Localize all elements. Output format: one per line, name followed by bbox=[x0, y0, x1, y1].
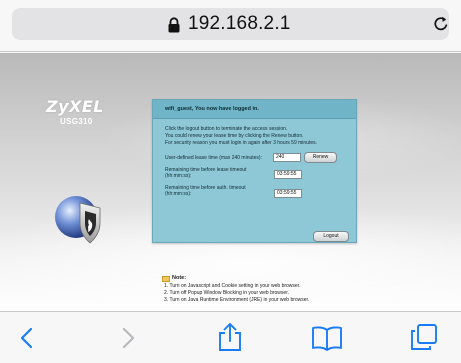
note-item: 1. Turn on Javascript and Cookie setting… bbox=[164, 283, 301, 289]
logout-button[interactable]: Logout bbox=[313, 231, 349, 242]
lease-time-input[interactable]: 240 bbox=[273, 153, 301, 162]
device-model: USG310 bbox=[60, 117, 93, 126]
auth-timeout-label-unit: (hh:mm:ss): bbox=[165, 191, 192, 197]
renew-button[interactable]: Renew bbox=[304, 152, 337, 163]
browser-bottom-toolbar bbox=[0, 311, 461, 363]
note-item: 2. Turn off Popup Window Blocking in you… bbox=[164, 290, 289, 296]
note-title: Note: bbox=[172, 275, 187, 281]
auth-timeout-value: 03:59:55 bbox=[274, 189, 302, 198]
web-page: ZyXEL USG310 wifi_guest, You now have lo… bbox=[0, 53, 461, 311]
tabs-icon[interactable] bbox=[410, 323, 438, 351]
note-item: 3. Turn on Java Runtime Environment (JRE… bbox=[164, 297, 310, 303]
bookmarks-book-icon[interactable] bbox=[311, 325, 343, 351]
info-message: For security reason you must login in ag… bbox=[165, 140, 318, 146]
forward-chevron-icon[interactable] bbox=[114, 325, 140, 351]
lease-timeout-value: 03:59:55 bbox=[274, 170, 302, 179]
zyxel-logo: ZyXEL bbox=[46, 97, 104, 116]
globe-shield-icon bbox=[55, 196, 101, 244]
lease-timeout-label-unit: (hh:mm:ss): bbox=[165, 173, 192, 179]
folder-note-icon bbox=[162, 276, 170, 282]
login-status-panel: wifi_guest, You now have logged in. Clic… bbox=[152, 99, 357, 243]
info-message: You could renew your lease time by click… bbox=[165, 133, 304, 139]
share-icon[interactable] bbox=[216, 322, 244, 352]
logged-in-title: wifi_guest, You now have logged in. bbox=[165, 106, 259, 112]
lock-icon bbox=[168, 17, 180, 33]
browser-top-bar: 192.168.2.1 bbox=[0, 0, 461, 52]
reload-icon[interactable] bbox=[432, 15, 450, 33]
address-bar[interactable]: 192.168.2.1 bbox=[12, 8, 449, 40]
address-bar-url: 192.168.2.1 bbox=[188, 13, 291, 34]
lease-time-label: User-defined lease time (max 240 minutes… bbox=[165, 155, 262, 161]
panel-header: wifi_guest, You now have logged in. bbox=[153, 100, 356, 119]
back-chevron-icon[interactable] bbox=[15, 325, 41, 351]
info-message: Click the logout button to terminate the… bbox=[165, 126, 288, 132]
